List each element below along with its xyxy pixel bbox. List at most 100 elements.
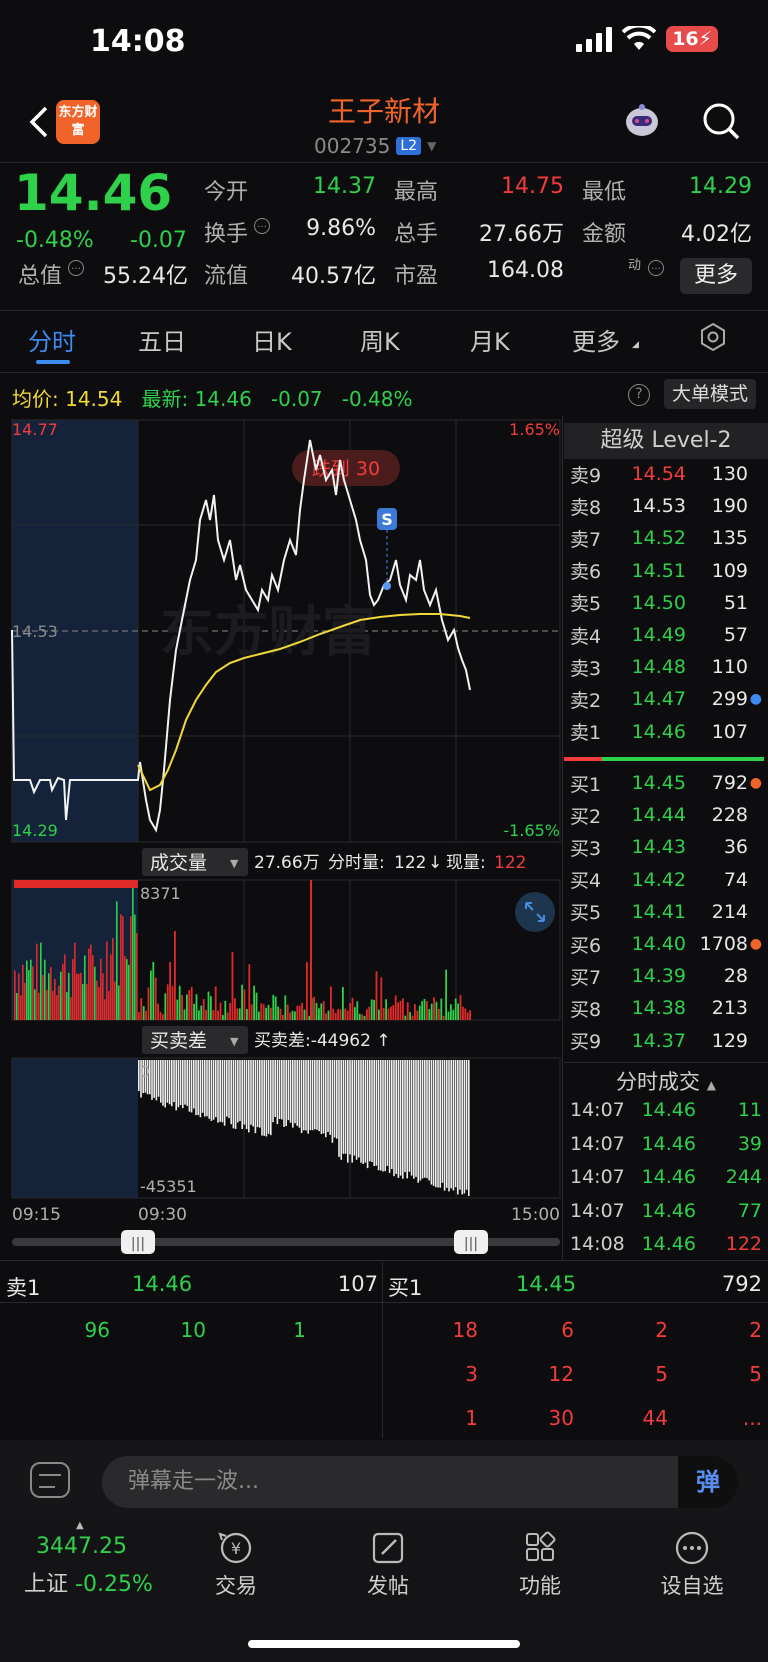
avg-price-row: 均价: 14.54 最新: 14.46 -0.07 -0.48% xyxy=(12,383,413,412)
intraday-chart[interactable]: 东方财富 14.77 14.53 14.29 1.65% -1.65% 跌到 3… xyxy=(0,415,564,1260)
nav-post[interactable]: 发帖 xyxy=(338,1530,438,1600)
gear-icon[interactable] xyxy=(698,322,728,352)
signal-marker-label: S xyxy=(381,510,393,529)
info-icon[interactable]: … xyxy=(68,260,84,276)
nav-add-watchlist[interactable]: 设自选 xyxy=(642,1530,742,1600)
info-icon[interactable]: … xyxy=(648,260,664,276)
ticks-title[interactable]: 分时成交 ▲ xyxy=(564,1066,768,1096)
ob-label: 买2 xyxy=(570,805,602,828)
bids-row[interactable]: 买3 14.43 36 xyxy=(570,831,766,863)
tick-volume: 77 xyxy=(737,1199,762,1222)
diff-bar xyxy=(399,1060,402,1176)
bids-row[interactable]: 买9 14.37 129 xyxy=(570,1025,766,1057)
volume-bar xyxy=(30,959,32,1020)
bids-row[interactable]: 买5 14.41 214 xyxy=(570,896,766,928)
nav-functions[interactable]: 功能 xyxy=(490,1530,590,1600)
big-order-mode-button[interactable]: 大单模式 xyxy=(664,379,756,409)
bids-row[interactable]: 买1 14.45 792 ● xyxy=(570,767,766,799)
diff-bar xyxy=(245,1060,248,1130)
volume-bar xyxy=(313,996,315,1020)
tab-more[interactable]: 更多 xyxy=(572,322,620,357)
diff-bar xyxy=(190,1060,193,1113)
stat-label: 总值 xyxy=(18,264,63,289)
asks-row[interactable]: 卖5 14.50 51 xyxy=(570,587,766,619)
volume-bar xyxy=(195,994,198,1020)
asks-row[interactable]: 卖1 14.46 107 xyxy=(570,716,766,748)
volume-bar xyxy=(406,1002,409,1020)
bids-row[interactable]: 买2 14.44 228 xyxy=(570,799,766,831)
diff-bar xyxy=(437,1060,439,1188)
tab-five-day[interactable]: 五日 xyxy=(138,322,186,357)
bids-row[interactable]: 买7 14.39 28 xyxy=(570,960,766,992)
stock-code-selector[interactable]: 002735 L2 ▼ xyxy=(314,134,436,158)
change-amount: -0.07 xyxy=(130,228,187,253)
bids-row[interactable]: 买8 14.38 213 xyxy=(570,992,766,1024)
diff-bar xyxy=(322,1060,325,1134)
volume-bar xyxy=(315,1003,318,1020)
index-name-row[interactable]: 上证 -0.25% xyxy=(24,1566,153,1598)
ob-price: 14.44 xyxy=(631,804,686,827)
danmaku-toggle-icon[interactable] xyxy=(30,1462,70,1498)
asks-row[interactable]: 卖9 14.54 130 xyxy=(570,458,766,490)
info-icon[interactable]: … xyxy=(254,218,270,234)
bids-row[interactable]: 买4 14.42 74 xyxy=(570,864,766,896)
nav-trade[interactable]: ¥ 交易 xyxy=(186,1530,286,1600)
diff-bar xyxy=(421,1060,424,1179)
diff-bottom-label: -45351 xyxy=(140,1177,197,1196)
diff-bar xyxy=(252,1060,254,1127)
tick-row: 14:07 14.46 39 xyxy=(570,1128,762,1160)
volume-bar xyxy=(229,1003,231,1020)
volume-bar xyxy=(193,1003,195,1020)
volume-bar xyxy=(114,981,116,1020)
expand-chart-button[interactable] xyxy=(515,892,555,932)
diff-bar xyxy=(239,1060,241,1122)
search-icon[interactable] xyxy=(700,100,742,142)
volume-bar xyxy=(387,1008,390,1020)
diff-bar xyxy=(292,1060,294,1128)
volume-max-label: 8371 xyxy=(140,884,181,903)
volume-bar xyxy=(200,1005,203,1020)
ob-qty: 213 xyxy=(711,997,748,1020)
robot-assistant-icon[interactable] xyxy=(620,102,664,142)
ob-label: 卖4 xyxy=(570,625,602,648)
diff-bar xyxy=(162,1060,164,1106)
asks-row[interactable]: 卖3 14.48 110 xyxy=(570,651,766,683)
asks-row[interactable]: 卖6 14.51 109 xyxy=(570,555,766,587)
volume-bar xyxy=(270,1007,272,1020)
tab-daily-k[interactable]: 日K xyxy=(252,322,292,357)
tab-monthly-k[interactable]: 月K xyxy=(470,322,510,357)
volume-bar xyxy=(154,977,157,1020)
diff-bar xyxy=(204,1060,206,1117)
volume-bar xyxy=(344,1008,347,1020)
diff-bar xyxy=(430,1060,433,1185)
ob-label: 买6 xyxy=(570,934,602,957)
tab-intraday[interactable]: 分时 xyxy=(28,322,76,357)
volume-bar xyxy=(226,1012,229,1020)
asks-row[interactable]: 卖4 14.49 57 xyxy=(570,619,766,651)
diff-label[interactable]: 买卖差 xyxy=(150,1030,207,1052)
ob-label: 卖9 xyxy=(570,464,602,487)
asks-row[interactable]: 卖7 14.52 135 xyxy=(570,522,766,554)
diff-bar xyxy=(272,1060,274,1123)
danmaku-send-button[interactable]: 弹 xyxy=(678,1456,738,1508)
more-stats-button[interactable]: 更多 xyxy=(680,258,752,294)
danmaku-input[interactable]: 弹幕走一波... xyxy=(102,1456,678,1508)
help-icon[interactable]: ? xyxy=(628,384,650,406)
nav-add-watchlist-label: 设自选 xyxy=(660,1574,724,1598)
ob-price: 14.43 xyxy=(631,836,686,859)
signal-icon xyxy=(576,26,613,52)
asks-row[interactable]: 卖2 14.47 299 ● xyxy=(570,683,766,715)
index-value[interactable]: 3447.25 xyxy=(36,1534,127,1559)
volume-bar xyxy=(392,1005,395,1020)
volume-bar xyxy=(361,1014,363,1020)
volume-label[interactable]: 成交量 xyxy=(150,852,207,874)
volume-bar xyxy=(176,999,179,1020)
volume-bar xyxy=(16,993,18,1020)
l2-badge: L2 xyxy=(396,137,422,155)
diff-bar xyxy=(223,1060,226,1126)
asks-row[interactable]: 卖8 14.53 190 xyxy=(570,490,766,522)
tab-weekly-k[interactable]: 周K xyxy=(360,322,400,357)
bids-row[interactable]: 买6 14.40 1708 ● xyxy=(570,928,766,960)
stat-value: 27.66万 xyxy=(479,222,564,247)
volume-bar xyxy=(255,992,258,1020)
